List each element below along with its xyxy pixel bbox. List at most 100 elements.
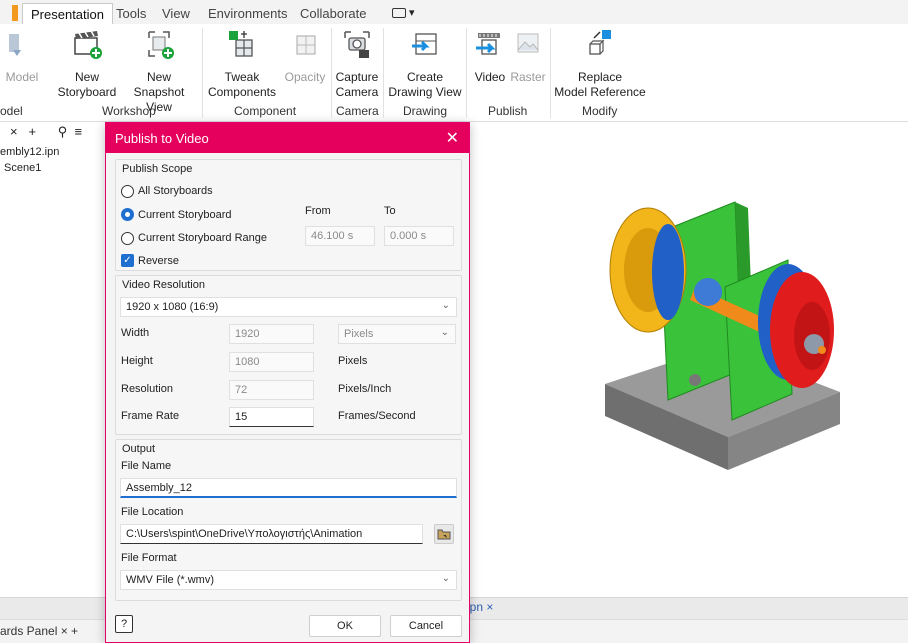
- dialog-title: Publish to Video: [115, 131, 209, 146]
- menu-icon[interactable]: ≡: [74, 124, 82, 139]
- ribbon-display-dropdown[interactable]: ▾: [392, 6, 422, 20]
- close-icon[interactable]: ✕: [446, 128, 459, 148]
- ribbon-separator: [550, 28, 551, 118]
- group-label-drawing: Drawing: [403, 104, 448, 118]
- opacity-button[interactable]: Opacity: [280, 28, 330, 85]
- help-icon[interactable]: ?: [115, 615, 133, 633]
- frame-rate-units-label: Frames/Second: [338, 410, 416, 422]
- group-label-publish: Publish: [488, 104, 528, 118]
- reverse-label: Reverse: [138, 255, 179, 267]
- video-resolution-label: Video Resolution: [122, 279, 205, 291]
- storyboard-range-radio[interactable]: [121, 232, 134, 245]
- file-format-label: File Format: [121, 552, 177, 564]
- video-button[interactable]: Video: [470, 28, 510, 85]
- ribbon: Model odel New Storyboard New Snapshot V…: [0, 24, 908, 122]
- snapshot-icon: [148, 31, 174, 59]
- height-units-label: Pixels: [338, 355, 368, 367]
- tab-tools[interactable]: Tools: [116, 6, 146, 21]
- document-tab[interactable]: ipn ×: [467, 600, 493, 614]
- storyboards-panel-tab[interactable]: ards Panel × +: [0, 624, 78, 638]
- ribbon-separator: [202, 28, 203, 118]
- storyboard-range-label: Current Storyboard Range: [138, 232, 268, 244]
- ribbon-separator: [383, 28, 384, 118]
- tab-environments[interactable]: Environments: [208, 6, 287, 21]
- model-icon: [9, 34, 21, 56]
- drawing-view-icon: [412, 33, 437, 55]
- chevron-down-icon: ⌄: [440, 327, 449, 338]
- browse-folder-button[interactable]: [434, 524, 454, 544]
- width-input[interactable]: 1920: [229, 324, 314, 344]
- group-label-modify: Modify: [582, 104, 618, 118]
- publish-scope-label: Publish Scope: [122, 163, 193, 175]
- close-icon[interactable]: ×: [10, 124, 18, 139]
- video-icon: [476, 33, 500, 55]
- file-name-input[interactable]: Assembly_12: [120, 478, 457, 498]
- all-storyboards-label: All Storyboards: [138, 185, 213, 197]
- ok-button[interactable]: OK: [309, 615, 381, 637]
- height-label: Height: [121, 355, 153, 367]
- group-label-model: odel: [0, 104, 23, 118]
- current-storyboard-radio[interactable]: [121, 208, 134, 221]
- to-input[interactable]: 0.000 s: [384, 226, 454, 246]
- reverse-checkbox[interactable]: ✓: [121, 254, 134, 267]
- frame-rate-input[interactable]: 15: [229, 407, 314, 427]
- chevron-down-icon: ⌄: [441, 300, 450, 311]
- file-name-label: File Name: [121, 460, 172, 472]
- from-label: From: [305, 205, 331, 217]
- search-icon[interactable]: ⚲: [58, 124, 68, 139]
- tweak-icon: [229, 31, 253, 57]
- frame-rate-label: Frame Rate: [121, 410, 180, 422]
- group-label-workshop: Workshop: [102, 104, 156, 118]
- all-storyboards-radio[interactable]: [121, 185, 134, 198]
- raster-button[interactable]: Raster: [510, 28, 546, 85]
- replace-reference-icon: [589, 30, 611, 55]
- chevron-down-icon: ⌄: [441, 573, 450, 584]
- capture-camera-button[interactable]: Capture Camera: [333, 28, 381, 100]
- folder-icon: [437, 529, 451, 540]
- resolution-preset-select[interactable]: 1920 x 1080 (16:9) ⌄: [120, 297, 457, 317]
- add-icon[interactable]: +: [28, 124, 36, 139]
- graphics-viewport[interactable]: [470, 122, 908, 597]
- opacity-icon: [296, 35, 316, 55]
- resolution-input[interactable]: 72: [229, 380, 314, 400]
- replace-model-reference-button[interactable]: Replace Model Reference: [554, 28, 646, 100]
- tab-collaborate[interactable]: Collaborate: [300, 6, 367, 21]
- assembly-model-image: [605, 201, 840, 470]
- units-select[interactable]: Pixels ⌄: [338, 324, 456, 344]
- panel-icon: [392, 8, 406, 19]
- current-storyboard-label: Current Storyboard: [138, 209, 232, 221]
- camera-icon: [344, 31, 370, 58]
- tab-view[interactable]: View: [162, 6, 190, 21]
- cancel-button[interactable]: Cancel: [390, 615, 462, 637]
- browser-toolbar: × + ⚲ ≡: [0, 122, 105, 142]
- ribbon-tab-bar: Presentation Tools View Environments Col…: [0, 0, 908, 24]
- resolution-units-label: Pixels/Inch: [338, 383, 392, 395]
- file-location-input[interactable]: C:\Users\spint\OneDrive\Υπολογιστής\Anim…: [120, 524, 423, 544]
- output-section: Output File Name Assembly_12 File Locati…: [115, 439, 462, 601]
- new-snapshot-view-button[interactable]: New Snapshot View: [120, 28, 198, 115]
- new-storyboard-button[interactable]: New Storyboard: [54, 28, 120, 100]
- publish-to-video-dialog: Publish to Video ✕ Publish Scope All Sto…: [105, 122, 470, 643]
- dialog-title-bar[interactable]: Publish to Video ✕: [106, 123, 469, 153]
- ribbon-separator: [466, 28, 467, 118]
- browser-item-assembly[interactable]: embly12.ipn: [0, 142, 105, 158]
- height-input[interactable]: 1080: [229, 352, 314, 372]
- file-format-select[interactable]: WMV File (*.wmv) ⌄: [120, 570, 457, 590]
- resolution-label: Resolution: [121, 383, 173, 395]
- file-tab-marker[interactable]: [12, 5, 18, 21]
- browser-item-scene[interactable]: Scene1: [0, 158, 105, 174]
- to-label: To: [384, 205, 396, 217]
- file-location-label: File Location: [121, 506, 184, 518]
- group-label-component: Component: [234, 104, 297, 118]
- model-browser: × + ⚲ ≡ embly12.ipn Scene1: [0, 122, 106, 643]
- tweak-components-button[interactable]: Tweak Components: [206, 28, 278, 100]
- group-label-camera: Camera: [336, 104, 379, 118]
- create-drawing-view-button[interactable]: Create Drawing View: [386, 28, 464, 100]
- model-button[interactable]: Model: [0, 28, 44, 85]
- from-input[interactable]: 46.100 s: [305, 226, 375, 246]
- publish-scope-section: Publish Scope All Storyboards Current St…: [115, 159, 462, 271]
- raster-icon: [517, 33, 539, 53]
- video-resolution-section: Video Resolution 1920 x 1080 (16:9) ⌄ Wi…: [115, 275, 462, 435]
- output-label: Output: [122, 443, 156, 455]
- tab-presentation[interactable]: Presentation: [22, 3, 113, 24]
